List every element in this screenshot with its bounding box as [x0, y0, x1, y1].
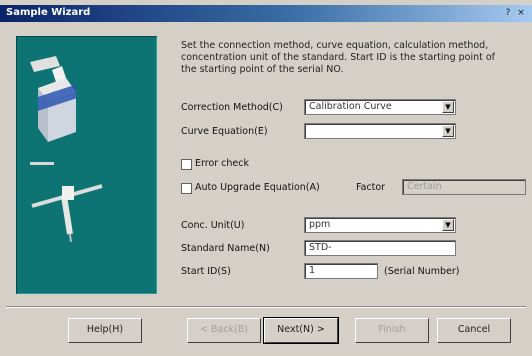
auto-upgrade-label: Auto Upgrade Equation(A): [195, 182, 320, 193]
finish-button[interactable]: Finish: [355, 318, 429, 343]
chevron-down-icon[interactable]: ▼: [442, 101, 454, 113]
error-check-checkbox[interactable]: [181, 159, 192, 170]
standard-name-value: STD-: [309, 242, 332, 253]
help-button[interactable]: Help(H): [68, 318, 142, 343]
curve-equation-label: Curve Equation(E): [181, 126, 268, 137]
button-separator: [6, 306, 526, 308]
chevron-down-icon[interactable]: ▼: [442, 125, 454, 137]
start-id-hint: (Serial Number): [384, 266, 460, 277]
help-title-button[interactable]: ?: [502, 8, 514, 19]
standard-name-field[interactable]: STD-: [304, 240, 456, 256]
auto-upgrade-checkbox[interactable]: [181, 183, 192, 194]
wizard-description: Set the connection method, curve equatio…: [181, 40, 496, 75]
correction-method-value: Calibration Curve: [309, 101, 392, 112]
start-id-field[interactable]: 1: [304, 263, 378, 279]
conc-unit-value: ppm: [309, 219, 331, 230]
title-bar: Sample Wizard ? ×: [0, 5, 532, 22]
back-button[interactable]: < Back(B): [187, 318, 261, 343]
factor-label: Factor: [356, 182, 386, 193]
error-check-label: Error check: [195, 158, 249, 169]
standard-name-label: Standard Name(N): [181, 243, 270, 254]
wizard-dialog: Sample Wizard ? × Set the connection met…: [0, 0, 532, 356]
start-id-value: 1: [309, 265, 316, 276]
chevron-down-icon[interactable]: ▼: [442, 219, 454, 231]
sample-bottle-pipette-icon: [30, 56, 103, 243]
conc-unit-label: Conc. Unit(U): [181, 220, 245, 231]
close-button[interactable]: ×: [515, 8, 527, 19]
start-id-label: Start ID(S): [181, 266, 231, 277]
correction-method-label: Correction Method(C): [181, 102, 283, 113]
wizard-illustration: [16, 36, 157, 294]
curve-equation-select[interactable]: ▼: [304, 123, 456, 139]
factor-value: Certain: [407, 181, 442, 192]
conc-unit-select[interactable]: ppm ▼: [304, 217, 456, 233]
next-button[interactable]: Next(N) >: [263, 317, 339, 344]
cancel-button[interactable]: Cancel: [437, 318, 511, 343]
factor-field: Certain: [402, 179, 526, 195]
window-title: Sample Wizard: [6, 7, 91, 18]
correction-method-select[interactable]: Calibration Curve ▼: [304, 99, 456, 115]
